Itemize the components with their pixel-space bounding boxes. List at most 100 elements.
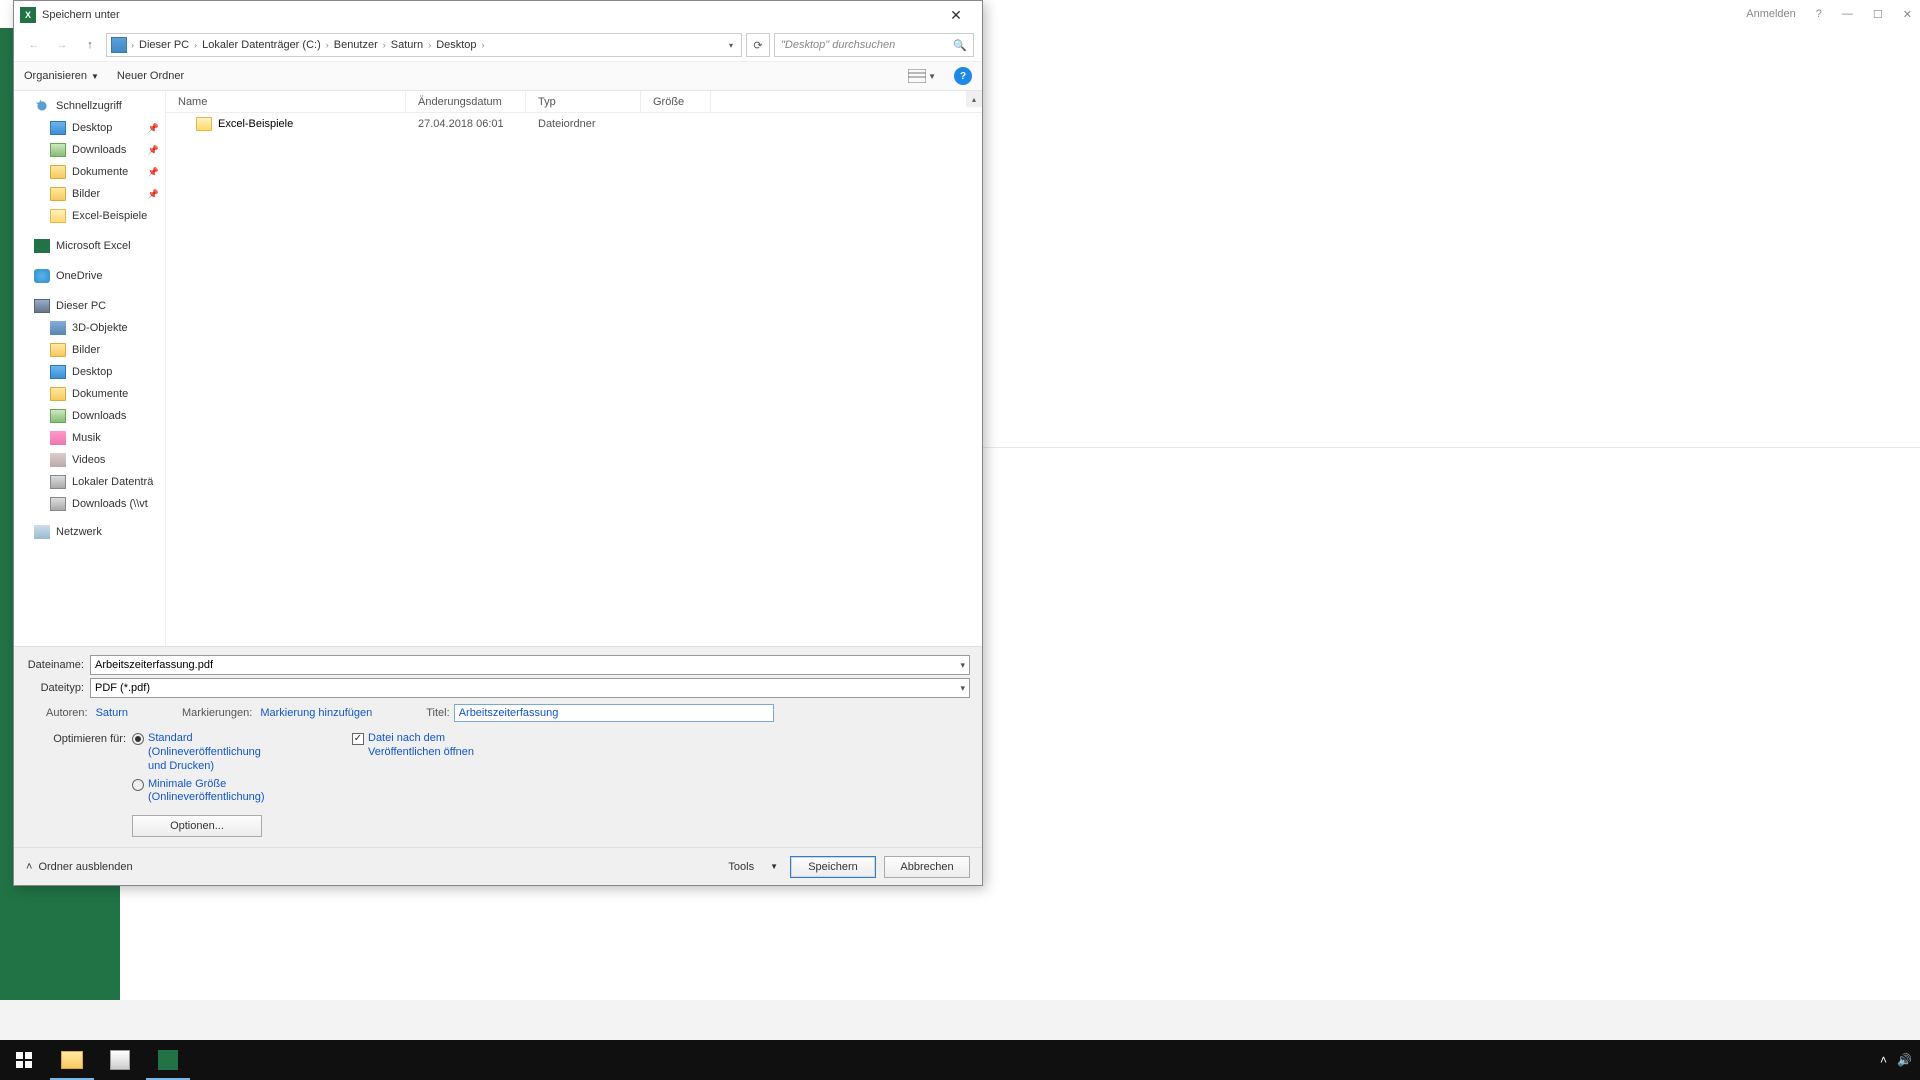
taskbar-excel[interactable] (144, 1040, 192, 1080)
chevron-right-icon[interactable]: › (131, 40, 134, 50)
tree-excel-examples[interactable]: Excel-Beispiele (14, 205, 165, 227)
tree-desktop[interactable]: Desktop📌 (14, 117, 165, 139)
taskbar[interactable]: ˄ 🔊 (0, 1040, 1920, 1080)
system-tray[interactable]: ˄ 🔊 (1880, 1053, 1920, 1067)
file-type: Dateiordner (526, 118, 641, 130)
tags-value[interactable]: Markierung hinzufügen (260, 707, 372, 719)
filetype-select[interactable]: PDF (*.pdf) (90, 678, 970, 698)
folder-icon (50, 387, 66, 401)
pin-icon: 📌 (148, 145, 159, 156)
tools-button[interactable]: Tools▼ (728, 861, 778, 873)
tags-label: Markierungen: (182, 707, 252, 719)
tree-pictures2[interactable]: Bilder (14, 339, 165, 361)
col-size[interactable]: Größe (641, 91, 711, 112)
new-folder-button[interactable]: Neuer Ordner (117, 70, 184, 82)
breadcrumb[interactable]: › Dieser PC › Lokaler Datenträger (C:) ›… (106, 33, 742, 57)
folder-icon (50, 165, 66, 179)
file-list[interactable]: ▴ Name Änderungsdatum Typ Größe Excel-Be… (166, 91, 982, 646)
breadcrumb-dropdown[interactable]: ▾ (725, 41, 737, 50)
authors-value[interactable]: Saturn (96, 707, 128, 719)
options-button[interactable]: Optionen... (132, 815, 262, 837)
tree-this-pc[interactable]: Dieser PC (14, 295, 165, 317)
tree-local-disk[interactable]: Lokaler Datenträ (14, 471, 165, 493)
close-icon[interactable]: ✕ (1903, 8, 1912, 21)
tree-documents2[interactable]: Dokumente (14, 383, 165, 405)
tree-net-downloads[interactable]: Downloads (\\vt (14, 493, 165, 515)
breadcrumb-seg[interactable]: Benutzer (331, 39, 381, 51)
filename-input[interactable]: Arbeitszeiterfassung.pdf (90, 655, 970, 675)
tree-onedrive[interactable]: OneDrive (14, 265, 165, 287)
start-button[interactable] (0, 1040, 48, 1080)
help-button[interactable]: ? (954, 67, 972, 85)
radio-icon (132, 779, 144, 791)
help-icon[interactable]: ? (1816, 8, 1822, 20)
tree-videos[interactable]: Videos (14, 449, 165, 471)
tree-music[interactable]: Musik (14, 427, 165, 449)
file-row[interactable]: Excel-Beispiele 27.04.2018 06:01 Dateior… (166, 113, 982, 135)
view-button[interactable]: ▼ (908, 69, 936, 83)
maximize-icon[interactable]: ☐ (1873, 8, 1883, 21)
organize-button[interactable]: Organisieren▼ (24, 70, 99, 82)
scroll-up-button[interactable]: ▴ (966, 91, 982, 107)
view-icon (908, 69, 926, 83)
breadcrumb-seg[interactable]: Dieser PC (136, 39, 192, 51)
chevron-right-icon[interactable]: › (428, 40, 431, 50)
save-form: Dateiname: Arbeitszeiterfassung.pdf Date… (14, 646, 982, 847)
search-input[interactable]: "Desktop" durchsuchen 🔍 (774, 33, 974, 57)
dialog-titlebar: X Speichern unter ✕ (14, 1, 982, 29)
file-name: Excel-Beispiele (218, 118, 293, 130)
tree-quick-access[interactable]: Schnellzugriff (14, 95, 165, 117)
tree-pictures[interactable]: Bilder📌 (14, 183, 165, 205)
title-label: Titel: (426, 707, 449, 719)
tree-network[interactable]: Netzwerk (14, 521, 165, 543)
save-button[interactable]: Speichern (790, 856, 876, 878)
forward-button[interactable]: → (50, 33, 74, 57)
desktop-icon (50, 365, 66, 379)
tree-downloads[interactable]: Downloads📌 (14, 139, 165, 161)
pin-icon: 📌 (148, 189, 159, 200)
optimize-minimal-radio[interactable]: Minimale Größe (Onlineveröffentlichung) (132, 778, 272, 806)
nav-tree[interactable]: Schnellzugriff Desktop📌 Downloads📌 Dokum… (14, 91, 166, 646)
col-type[interactable]: Typ (526, 91, 641, 112)
search-icon[interactable]: 🔍 (953, 39, 967, 52)
minimize-icon[interactable]: — (1842, 8, 1853, 20)
checkbox-icon (352, 733, 364, 745)
up-button[interactable]: ↑ (78, 33, 102, 57)
tray-chevron-icon[interactable]: ˄ (1880, 1053, 1887, 1067)
hide-folders-button[interactable]: ˄ Ordner ausblenden (26, 861, 133, 873)
pc-icon (34, 299, 50, 313)
refresh-button[interactable]: ⟳ (746, 33, 770, 57)
dialog-close-button[interactable]: ✕ (936, 3, 976, 27)
filetype-label: Dateityp: (26, 682, 84, 694)
star-icon (34, 99, 50, 113)
breadcrumb-seg[interactable]: Lokaler Datenträger (C:) (199, 39, 324, 51)
cancel-button[interactable]: Abbrechen (884, 856, 970, 878)
title-input[interactable]: Arbeitszeiterfassung (454, 704, 774, 722)
chevron-right-icon[interactable]: › (482, 40, 485, 50)
tree-ms-excel[interactable]: Microsoft Excel (14, 235, 165, 257)
signin-link[interactable]: Anmelden (1746, 8, 1796, 20)
taskbar-app[interactable] (96, 1040, 144, 1080)
chevron-right-icon[interactable]: › (383, 40, 386, 50)
excel-app-icon: X (20, 7, 36, 23)
downloads-icon (50, 143, 66, 157)
tree-3d[interactable]: 3D-Objekte (14, 317, 165, 339)
nav-row: ← → ↑ › Dieser PC › Lokaler Datenträger … (14, 29, 982, 61)
tree-downloads2[interactable]: Downloads (14, 405, 165, 427)
open-after-checkbox[interactable]: Datei nach dem Veröffentlichen öffnen (352, 732, 498, 760)
music-icon (50, 431, 66, 445)
taskbar-explorer[interactable] (48, 1040, 96, 1080)
back-button[interactable]: ← (22, 33, 46, 57)
breadcrumb-seg[interactable]: Saturn (388, 39, 426, 51)
optimize-standard-radio[interactable]: Standard (Onlineveröffentlichung und Dru… (132, 732, 272, 773)
breadcrumb-seg[interactable]: Desktop (433, 39, 479, 51)
tray-volume-icon[interactable]: 🔊 (1897, 1053, 1912, 1067)
chevron-right-icon[interactable]: › (326, 40, 329, 50)
col-name[interactable]: Name (166, 91, 406, 112)
chevron-right-icon[interactable]: › (194, 40, 197, 50)
dialog-title: Speichern unter (42, 9, 936, 21)
tree-desktop2[interactable]: Desktop (14, 361, 165, 383)
tree-documents[interactable]: Dokumente📌 (14, 161, 165, 183)
col-date[interactable]: Änderungsdatum (406, 91, 526, 112)
downloads-icon (50, 409, 66, 423)
